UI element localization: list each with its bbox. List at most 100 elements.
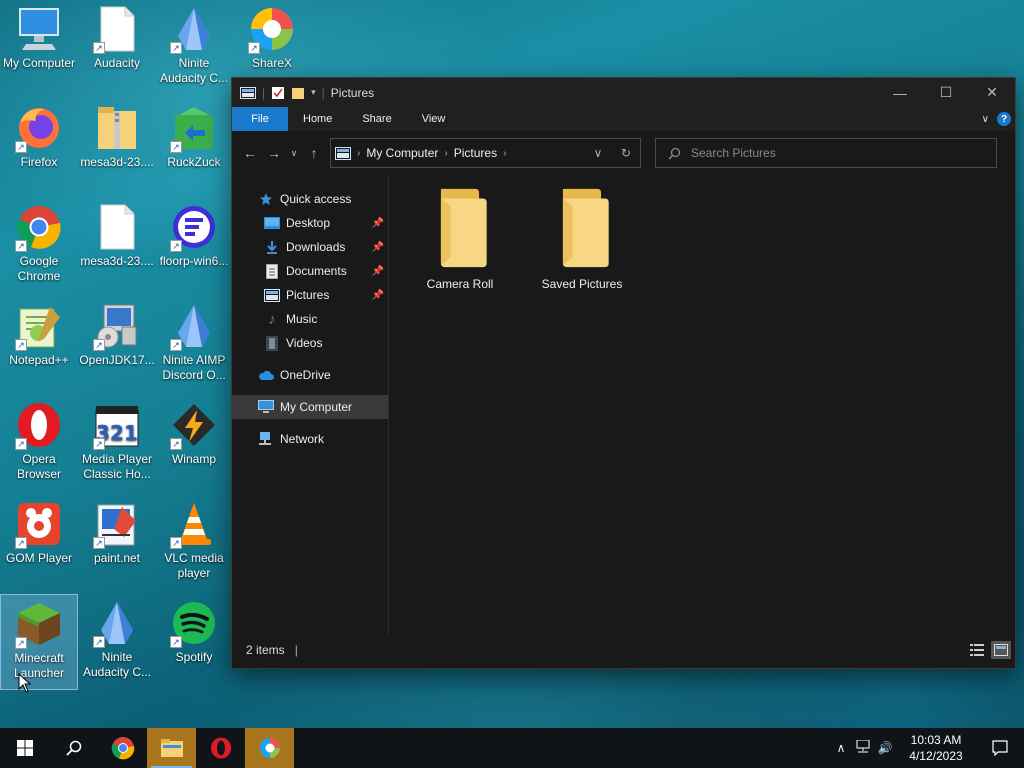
desktop-icon-16[interactable]: ↗ Winamp [155, 396, 233, 492]
desktop-icon-3[interactable]: ↗ Ninite Audacity C... [155, 0, 233, 96]
taskbar-file-explorer[interactable] [147, 728, 196, 768]
tab-share[interactable]: Share [347, 107, 406, 131]
network-tray-icon[interactable] [852, 739, 874, 757]
folder-item[interactable]: Camera Roll [412, 187, 508, 291]
desktop-icon-10[interactable]: ↗ floorp-win6... [155, 198, 233, 294]
close-button[interactable]: ✕ [969, 78, 1015, 107]
desktop-icon-19[interactable]: ↗ VLC media player [155, 495, 233, 591]
customize-dropdown-icon[interactable]: ▾ [311, 87, 316, 98]
volume-icon[interactable]: 🔊 [874, 741, 896, 755]
status-bar: 2 items | [232, 637, 1015, 663]
nav-network[interactable]: Network [232, 427, 388, 451]
expand-ribbon-icon[interactable]: ∨ [982, 114, 989, 125]
desktop-icon-15[interactable]: 321 ↗ Media Player Classic Ho... [78, 396, 156, 492]
shortcut-arrow-icon: ↗ [93, 339, 105, 351]
desktop-icon-2[interactable]: ↗ Audacity [78, 0, 156, 96]
forward-arrow-icon[interactable]: → [262, 145, 286, 161]
breadcrumb-my-computer[interactable]: My Computer [366, 146, 438, 160]
desktop-icon-6[interactable]: mesa3d-23.... [78, 99, 156, 195]
file-list[interactable]: Camera Roll Saved Pictures [389, 175, 1015, 637]
tab-file[interactable]: File [232, 107, 288, 131]
desktop-icon-12[interactable]: ↗ OpenJDK17... [78, 297, 156, 393]
nav-downloads[interactable]: Downloads 📌 [232, 235, 388, 259]
pin-icon[interactable]: 📌 [372, 266, 384, 277]
recent-locations-icon[interactable]: ∨ [286, 148, 302, 159]
floorp-icon: ↗ [170, 204, 218, 252]
chevron-up-icon[interactable]: ∧ [830, 741, 852, 755]
desktop-icon-1[interactable]: My Computer [0, 0, 78, 96]
clock[interactable]: 10:03 AM 4/12/2023 [896, 732, 976, 764]
shortcut-arrow-icon: ↗ [170, 141, 182, 153]
nav-my-computer[interactable]: My Computer [232, 395, 388, 419]
search-input[interactable]: Search Pictures [655, 138, 997, 168]
address-bar[interactable]: › My Computer › Pictures › ∨ ↻ [330, 138, 641, 168]
shortcut-arrow-icon: ↗ [15, 141, 27, 153]
new-folder-icon[interactable] [291, 86, 305, 100]
nav-pictures[interactable]: Pictures 📌 [232, 283, 388, 307]
desktop-icon-22[interactable]: ↗ Spotify [155, 594, 233, 690]
notification-center-button[interactable] [976, 740, 1024, 756]
winamp-icon: ↗ [170, 402, 218, 450]
nav-quick-access[interactable]: Quick access [232, 187, 388, 211]
shortcut-arrow-icon: ↗ [15, 438, 27, 450]
address-dropdown-icon[interactable]: ∨ [584, 146, 612, 160]
nav-onedrive[interactable]: OneDrive [232, 363, 388, 387]
taskbar-chrome[interactable] [98, 728, 147, 768]
nav-documents[interactable]: Documents 📌 [232, 259, 388, 283]
desktop-icon-20[interactable]: ↗ Minecraft Launcher [0, 594, 78, 690]
item-count: 2 items [246, 643, 285, 657]
navigation-pane[interactable]: Quick access Desktop 📌 Downloads 📌 Docum… [232, 175, 389, 637]
shortcut-arrow-icon: ↗ [170, 438, 182, 450]
folder-item[interactable]: Saved Pictures [534, 187, 630, 291]
properties-icon[interactable] [271, 86, 285, 100]
desktop-icon-7[interactable]: ↗ RuckZuck [155, 99, 233, 195]
taskbar-opera[interactable] [196, 728, 245, 768]
nav-music[interactable]: ♪ Music [232, 307, 388, 331]
folder-icon [562, 188, 609, 268]
explorer-app-icon [240, 86, 256, 99]
desktop-icon-label: Minecraft Launcher [13, 651, 65, 680]
paintnet-icon: ↗ [93, 501, 141, 549]
large-icons-view-icon[interactable] [991, 641, 1011, 659]
start-button[interactable] [0, 728, 49, 768]
desktop-icon [264, 215, 280, 231]
vlc-icon: ↗ [170, 501, 218, 549]
desktop-icon-21[interactable]: ↗ Ninite Audacity C... [78, 594, 156, 690]
breadcrumb-separator-icon[interactable]: › [503, 148, 506, 159]
maximize-button[interactable]: ☐ [923, 78, 969, 107]
desktop-icon-14[interactable]: ↗ Opera Browser [0, 396, 78, 492]
pin-icon[interactable]: 📌 [372, 242, 384, 253]
title-bar[interactable]: | ▾ | Pictures — ☐ ✕ [232, 78, 1015, 107]
nav-desktop[interactable]: Desktop 📌 [232, 211, 388, 235]
desktop-icon-8[interactable]: ↗ Google Chrome [0, 198, 78, 294]
desktop-icon-13[interactable]: ↗ Ninite AIMP Discord O... [155, 297, 233, 393]
nav-videos[interactable]: Videos [232, 331, 388, 355]
desktop-icon-5[interactable]: ↗ Firefox [0, 99, 78, 195]
breadcrumb-separator-icon[interactable]: › [444, 148, 447, 159]
breadcrumb-pictures[interactable]: Pictures [454, 146, 497, 160]
desktop-icon-18[interactable]: ↗ paint.net [78, 495, 156, 591]
tab-view[interactable]: View [407, 107, 461, 131]
up-arrow-icon[interactable]: ↑ [302, 145, 326, 161]
chrome-icon: ↗ [15, 204, 63, 252]
desktop-icon-label: OpenJDK17... [79, 353, 155, 367]
help-icon[interactable]: ? [997, 112, 1011, 126]
desktop-icon-9[interactable]: mesa3d-23.... [78, 198, 156, 294]
back-arrow-icon[interactable]: ← [238, 145, 262, 161]
tab-home[interactable]: Home [288, 107, 347, 131]
search-button[interactable] [49, 728, 98, 768]
refresh-icon[interactable]: ↻ [612, 146, 640, 160]
breadcrumb-separator-icon[interactable]: › [357, 148, 360, 159]
minimize-button[interactable]: — [877, 78, 923, 107]
file-explorer-window[interactable]: | ▾ | Pictures — ☐ ✕ File Home Share Vie… [231, 77, 1016, 669]
taskbar-floorp[interactable] [245, 728, 294, 768]
computer-icon [258, 399, 274, 415]
shortcut-arrow-icon: ↗ [93, 537, 105, 549]
desktop-icon-11[interactable]: ↗ Notepad++ [0, 297, 78, 393]
pin-icon[interactable]: 📌 [372, 218, 384, 229]
folder-icon [440, 188, 487, 268]
installer-icon: ↗ [93, 303, 141, 351]
details-view-icon[interactable] [967, 641, 987, 659]
desktop-icon-17[interactable]: ↗ GOM Player [0, 495, 78, 591]
pin-icon[interactable]: 📌 [372, 290, 384, 301]
